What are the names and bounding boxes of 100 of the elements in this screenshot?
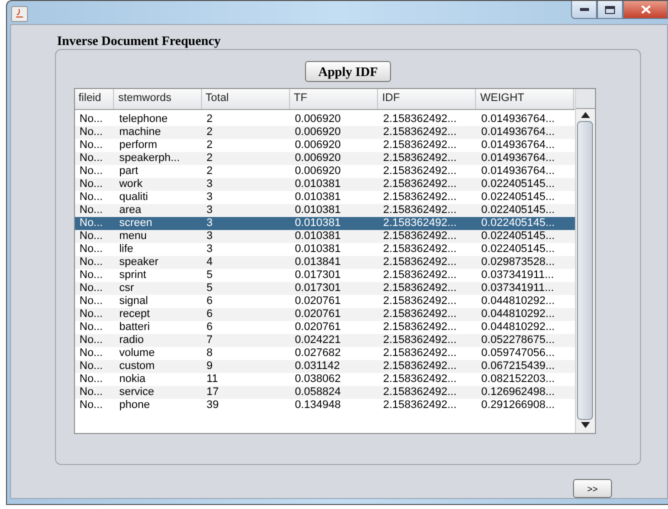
table-cell-text: 4 <box>206 256 214 269</box>
table-cell-text: 2 <box>206 113 214 126</box>
table-cell-text: 2.158362492... <box>382 256 458 269</box>
table-cell-text: No... <box>78 243 104 256</box>
table-row[interactable]: No... qualiti 3 0.010381 2.158362492... 0.022405145... <box>74 191 574 204</box>
table-cell-text: 0.014936764... <box>480 152 556 165</box>
table-cell-text: machine <box>118 126 162 139</box>
column-header[interactable]: fileid <box>74 89 114 109</box>
maximize-button[interactable] <box>597 1 623 19</box>
table-cell-text: 0.006920 <box>294 152 342 165</box>
table-row[interactable]: No... phone 39 0.134948 2.158362492... 0.291266908... <box>74 399 574 412</box>
table-row[interactable]: No... area 3 0.010381 2.158362492... 0.022405145... <box>74 204 574 217</box>
selected-table-row[interactable]: No... screen 3 0.010381 2.158362492... 0.022405145... <box>74 217 574 230</box>
table-cell-text: 8 <box>206 347 214 360</box>
table-cell-text: 0.067215439... <box>480 360 556 373</box>
column-header[interactable]: stemwords <box>114 89 202 109</box>
table-cell-text: 5 <box>206 269 214 282</box>
table-cell-text: No... <box>78 360 104 373</box>
table-cell-text: 0.010381 <box>294 178 342 191</box>
table-cell-text: 2.158362492... <box>382 217 458 230</box>
table-cell-text: 0.006920 <box>294 113 342 126</box>
table-cell-text: 0.037341911... <box>480 269 555 282</box>
table-row[interactable]: No... custom 9 0.031142 2.158362492... 0.067215439... <box>74 360 574 373</box>
table-cell-text: 2.158362492... <box>382 126 458 139</box>
table-row[interactable]: No... recept 6 0.020761 2.158362492... 0.044810292... <box>74 308 574 321</box>
table-row[interactable]: No... volume 8 0.027682 2.158362492... 0.059747056... <box>74 347 574 360</box>
table-cell-text: 0.022405145... <box>480 243 556 256</box>
table-cell-text: area <box>118 204 142 217</box>
table-row[interactable]: No... service 17 0.058824 2.158362492... 0.126962498... <box>74 386 574 399</box>
table-row[interactable]: No... life 3 0.010381 2.158362492... 0.022405145... <box>74 243 574 256</box>
table-cell-text: screen <box>118 217 154 230</box>
panel-title: Inverse Document Frequency <box>57 33 222 49</box>
column-header[interactable]: IDF <box>378 89 476 109</box>
table-cell-text: No... <box>78 165 104 178</box>
table-cell-text: 0.020761 <box>294 295 342 308</box>
table-cell-text: 0.058824 <box>294 386 342 399</box>
table-row[interactable]: No... csr 5 0.017301 2.158362492... 0.037341911... <box>74 282 574 295</box>
scrollbar-thumb[interactable] <box>577 121 593 420</box>
table-cell-text: menu <box>118 230 148 243</box>
table-cell-text: 3 <box>206 243 214 256</box>
table-cell-text: 3 <box>206 230 214 243</box>
table-cell-text: 0.006920 <box>294 126 342 139</box>
table-row[interactable]: No... signal 6 0.020761 2.158362492... 0.044810292... <box>74 295 574 308</box>
table-cell-text: 2.158362492... <box>382 295 458 308</box>
table-cell-text: No... <box>78 191 104 204</box>
table-cell-text: 0.044810292... <box>480 308 556 321</box>
table-cell-text: 0.006920 <box>294 139 342 152</box>
table-row[interactable]: No... batteri 6 0.020761 2.158362492... 0.044810292... <box>74 321 574 334</box>
apply-idf-button[interactable]: Apply IDF <box>305 61 391 82</box>
table-row[interactable]: No... machine 2 0.006920 2.158362492... 0.014936764... <box>74 126 574 139</box>
table-cell-text: 0.006920 <box>294 165 342 178</box>
table-cell-text: 3 <box>206 178 214 191</box>
close-icon <box>640 5 650 14</box>
table-cell-text: custom <box>118 360 156 373</box>
table-cell-text: sprint <box>118 269 148 282</box>
table-cell-text: signal <box>118 295 149 308</box>
table-cell-text: 11 <box>206 373 219 386</box>
table-cell-text: 2.158362492... <box>382 204 458 217</box>
table-cell-text: 0.044810292... <box>480 321 556 334</box>
table-row[interactable]: No... part 2 0.006920 2.158362492... 0.014936764... <box>74 165 574 178</box>
table-row[interactable]: No... sprint 5 0.017301 2.158362492... 0.037341911... <box>74 269 574 282</box>
column-header[interactable]: Total <box>202 89 290 109</box>
table-cell-text: No... <box>78 113 104 126</box>
table-row[interactable]: No... speakerph... 2 0.006920 2.158362492... 0.014936764... <box>74 152 574 165</box>
table-cell-text: 2.158362492... <box>382 191 458 204</box>
table-row[interactable]: No... radio 7 0.024221 2.158362492... 0.052278675... <box>74 334 574 347</box>
table-cell-text: 0.059747056... <box>480 347 556 360</box>
table-cell-text: 0.017301 <box>294 269 342 282</box>
table-row[interactable]: No... perform 2 0.006920 2.158362492... 0.014936764... <box>74 139 574 152</box>
scroll-up-icon[interactable] <box>580 112 590 119</box>
table-row[interactable]: No... speaker 4 0.013841 2.158362492... 0.029873528... <box>74 256 574 269</box>
table-cell-text: work <box>118 178 144 191</box>
close-button[interactable] <box>623 1 668 19</box>
table-cell-text: 0.013841 <box>294 256 342 269</box>
table-row[interactable]: No... nokia 11 0.038062 2.158362492... 0.082152203... <box>74 373 574 386</box>
table-cell-text: 0.010381 <box>294 191 342 204</box>
table-cell-text: No... <box>78 399 104 412</box>
table-row[interactable]: No... work 3 0.010381 2.158362492... 0.022405145... <box>74 178 574 191</box>
table-cell-text: No... <box>78 282 104 295</box>
table-cell-text: 2.158362492... <box>382 269 458 282</box>
table-cell-text: 2.158362492... <box>382 282 458 295</box>
minimize-button[interactable] <box>571 1 597 19</box>
table-row[interactable]: No... telephone 2 0.006920 2.158362492... 0.014936764... <box>74 113 574 126</box>
scroll-down-icon[interactable] <box>580 422 590 429</box>
column-header[interactable]: TF <box>290 89 378 109</box>
next-button[interactable]: >> <box>573 479 612 498</box>
table-cell-text: 2.158362492... <box>382 243 458 256</box>
table-cell-text: No... <box>78 334 104 347</box>
table-cell-text: 2.158362492... <box>382 139 458 152</box>
table-cell-text: No... <box>78 152 104 165</box>
table-row[interactable]: No... menu 3 0.010381 2.158362492... 0.022405145... <box>74 230 574 243</box>
table-cell-text: 6 <box>206 308 214 321</box>
table-cell-text: 0.010381 <box>294 204 342 217</box>
app-icon <box>11 6 28 22</box>
table-cell-text: 2.158362492... <box>382 386 458 399</box>
column-header[interactable]: WEIGHT <box>476 89 574 109</box>
table-cell-text: 0.031142 <box>294 360 341 373</box>
table-cell-text: 3 <box>206 217 214 230</box>
table-cell-text: No... <box>78 295 104 308</box>
table-cell-text: No... <box>78 321 104 334</box>
